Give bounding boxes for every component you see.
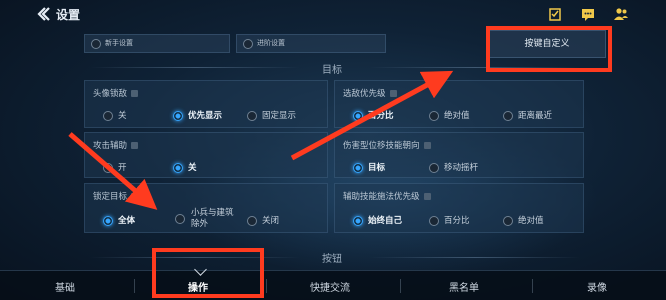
annotation-arrows bbox=[68, 70, 454, 210]
annotation-arrow bbox=[68, 132, 158, 210]
annotation-arrow bbox=[290, 70, 454, 161]
